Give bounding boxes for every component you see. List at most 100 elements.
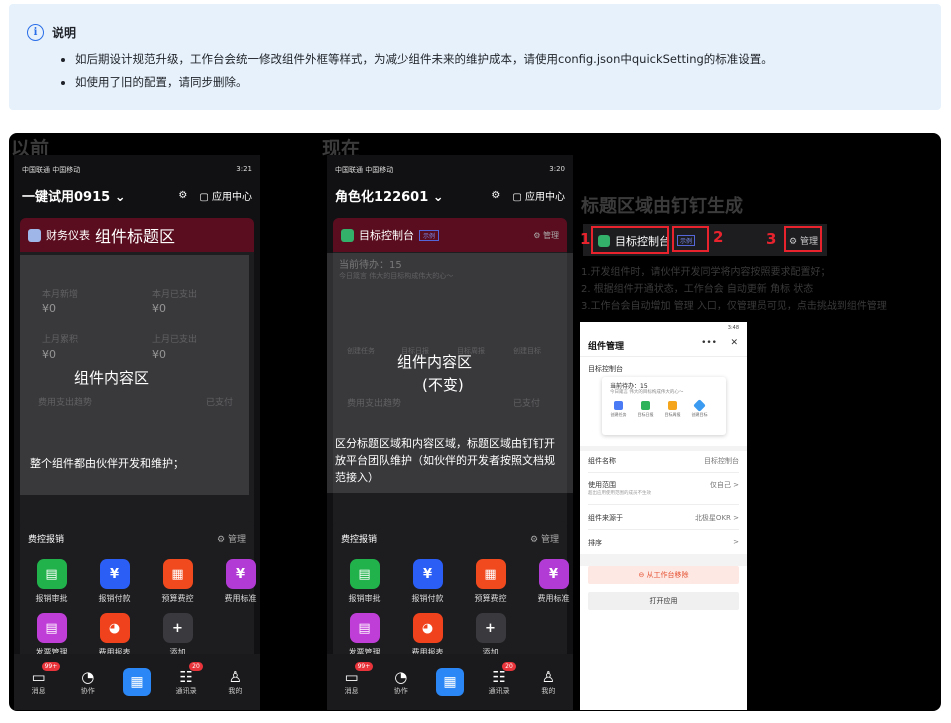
widget-header: 财务仪表 组件标题区 xyxy=(20,218,254,252)
close-icon[interactable]: ✕ xyxy=(730,338,738,348)
open-app-button[interactable]: 打开应用 xyxy=(588,592,739,610)
nav-me[interactable]: ♙ 我的 xyxy=(529,668,567,696)
expense-widget: 费控报销 ⚙ 管理 ▤ 报销审批 ¥ 报销付款 ▦ 预算费控 ¥ 费用标准 ▤ 发票管理 … xyxy=(333,521,570,671)
note-title: 说明 xyxy=(52,26,77,40)
expense-widget: 费控报销 ⚙ 管理 ▤ 报销审批 ¥ 报销付款 ▦ 预算费控 ¥ 费用标准 ▤ 发票管理 … xyxy=(20,521,257,671)
action-tile: 创建目标 xyxy=(691,399,708,418)
bottom-nav: ▭ 99+ 消息 ◔ 协作 ▦ ☷ 20 通讯录 ♙ 我的 xyxy=(14,654,260,710)
nav-contacts[interactable]: ☷ 20 通讯录 xyxy=(480,662,518,696)
widget-name: 目标控制台 xyxy=(359,229,414,242)
app-tile[interactable]: ▦ 预算费控 xyxy=(469,559,512,604)
widget-manage-button[interactable]: ⚙ 管理 xyxy=(533,230,559,241)
highlight-box-2 xyxy=(672,226,709,252)
app-tile[interactable]: ▤ 报销审批 xyxy=(30,559,73,604)
app-tile[interactable]: ¥ 费用标准 xyxy=(219,559,260,604)
highlight-box-1 xyxy=(591,226,669,254)
collab-icon: ◔ xyxy=(394,668,408,686)
marker-1: 1 xyxy=(580,230,591,248)
document-icon: ▤ xyxy=(349,559,380,589)
note-item: 如使用了旧的配置，请同步删除。 xyxy=(75,71,773,94)
info-note: i 说明 如后期设计规范升级，工作台会统一修改组件外框等样式，为减少组件未来的维… xyxy=(9,4,941,110)
expense-manage-button[interactable]: ⚙ 管理 xyxy=(217,532,246,545)
sort-row[interactable]: 排序 > xyxy=(588,538,739,548)
widget-app-icon xyxy=(28,228,41,242)
add-app-tile[interactable]: + 添加 xyxy=(469,613,512,658)
app-tile[interactable]: ◕ 费用报表 xyxy=(406,613,449,658)
app-tile[interactable]: ▤ 报销审批 xyxy=(343,559,386,604)
nav-workbench[interactable]: ▦ xyxy=(431,668,469,696)
plus-icon: + xyxy=(475,613,506,643)
expense-header: 费控报销 ⚙ 管理 xyxy=(333,521,567,555)
budget-icon: ▦ xyxy=(162,559,193,589)
preview-label: 目标控制台 xyxy=(588,365,623,373)
app-tile[interactable]: ▦ 预算费控 xyxy=(156,559,199,604)
step-2: 2. 根据组件开通状态，工作台会 自动更新 角标 状态 xyxy=(581,284,814,295)
app-tile[interactable]: ▤ 发票管理 xyxy=(343,613,386,658)
app-tile[interactable]: ¥ 报销付款 xyxy=(406,559,449,604)
more-icon[interactable]: ••• xyxy=(701,338,717,348)
content-area-label: 组件内容区 xyxy=(74,369,150,387)
settings-icon[interactable]: ⚙ xyxy=(491,190,500,201)
nav-contacts[interactable]: ☷ 20 通讯录 xyxy=(167,662,205,696)
expense-manage-button[interactable]: ⚙ 管理 xyxy=(530,532,559,545)
highlight-box-3 xyxy=(784,226,822,252)
note-list: 如后期设计规范升级，工作台会统一修改组件外框等样式，为减少组件未来的维护成本，请… xyxy=(75,48,773,94)
collab-icon: ◔ xyxy=(81,668,95,686)
grid-icon: ▦ xyxy=(435,668,464,696)
widget-header: 目标控制台 示例 ⚙ 管理 xyxy=(333,218,567,252)
grid-icon: ▦ xyxy=(122,668,151,696)
maintained-note: 整个组件都由伙伴开发和维护； xyxy=(30,457,184,470)
app-tile[interactable]: ◕ 费用报表 xyxy=(93,613,136,658)
action-tile: 目标周报 xyxy=(664,401,681,418)
app-tile[interactable]: ¥ 费用标准 xyxy=(532,559,573,604)
add-app-tile[interactable]: + 添加 xyxy=(156,613,199,658)
scope-row[interactable]: 使用范围 仅自己 > xyxy=(588,480,739,490)
source-row[interactable]: 组件来源于 北极星OKR > xyxy=(588,513,739,523)
nav-me[interactable]: ♙ 我的 xyxy=(216,668,254,696)
workspace-title[interactable]: 一键试用0915 ⌄ xyxy=(22,186,126,205)
nav-messages[interactable]: ▭ 99+ 消息 xyxy=(333,662,374,696)
nav-collab[interactable]: ◔ 协作 xyxy=(382,668,420,696)
nav-workbench[interactable]: ▦ xyxy=(118,668,156,696)
action-tile: 目标日报 xyxy=(637,401,654,418)
action-tile: 创建任务 xyxy=(610,401,627,418)
expense-title: 费控报销 xyxy=(28,534,65,545)
widget-manager-panel: 3:48 组件管理 ••• ✕ 目标控制台 当前待办：15 今日箴言 伟大的目标… xyxy=(580,322,747,710)
invoice-icon: ▤ xyxy=(349,613,380,643)
divider xyxy=(588,529,739,530)
remove-button[interactable]: ⊖ 从工作台移除 xyxy=(588,566,739,584)
payment-icon: ¥ xyxy=(99,559,130,589)
settings-icon[interactable]: ⚙ xyxy=(178,190,187,201)
phone-before: 中国联通 中国移动 3:21 一键试用0915 ⌄ ⚙ ▢ 应用中心 财务仪表 组件… xyxy=(14,155,260,710)
manager-title: 组件管理 xyxy=(588,342,625,352)
section-gap xyxy=(580,446,747,451)
step-3: 3.工作台会自动增加 管理 入口，仅管理员可见，点击挑战到组件管理 xyxy=(581,301,887,312)
scope-hint: 超出应用使用范围的成员不生效 xyxy=(588,491,651,496)
app-tile[interactable]: ¥ 报销付款 xyxy=(93,559,136,604)
standard-icon: ¥ xyxy=(538,559,569,589)
user-icon: ♙ xyxy=(541,668,556,686)
nav-messages[interactable]: ▭ 99+ 消息 xyxy=(20,662,61,696)
payment-icon: ¥ xyxy=(412,559,443,589)
app-tile[interactable]: ▤ 发票管理 xyxy=(30,613,73,658)
status-bar: 中国联通 中国移动 3:20 xyxy=(335,165,565,174)
divider xyxy=(580,356,747,357)
marker-2: 2 xyxy=(713,228,724,246)
expense-apps-row2: ▤ 发票管理 ◕ 费用报表 + 添加 xyxy=(30,613,199,658)
divider xyxy=(588,504,739,505)
divider xyxy=(588,472,739,473)
expense-apps: ▤ 报销审批 ¥ 报销付款 ▦ 预算费控 ¥ 费用标准 xyxy=(343,559,573,604)
expense-apps-row2: ▤ 发票管理 ◕ 费用报表 + 添加 xyxy=(343,613,512,658)
expense-apps: ▤ 报销审批 ¥ 报销付款 ▦ 预算费控 ¥ 费用标准 xyxy=(30,559,260,604)
note-header: i 说明 xyxy=(27,24,76,41)
app-center-link[interactable]: ▢ 应用中心 xyxy=(512,188,565,203)
workspace-title[interactable]: 角色化122601 ⌄ xyxy=(335,186,444,205)
step-1: 1.开发组件时，请伙伴开发同学将内容按照要求配置好； xyxy=(581,267,831,278)
nav-collab[interactable]: ◔ 协作 xyxy=(69,668,107,696)
label-generated: 标题区域由钉钉生成 xyxy=(581,196,743,217)
widget-name: 财务仪表 xyxy=(46,229,90,242)
widget-preview: 当前待办：15 今日箴言 伟大的目标构成伟大的心～ 创建任务 目标日报 目标周报… xyxy=(602,377,726,435)
app-center-link[interactable]: ▢ 应用中心 xyxy=(199,188,252,203)
bottom-nav: ▭ 99+ 消息 ◔ 协作 ▦ ☷ 20 通讯录 ♙ 我的 xyxy=(327,654,573,710)
document-icon: ▤ xyxy=(36,559,67,589)
